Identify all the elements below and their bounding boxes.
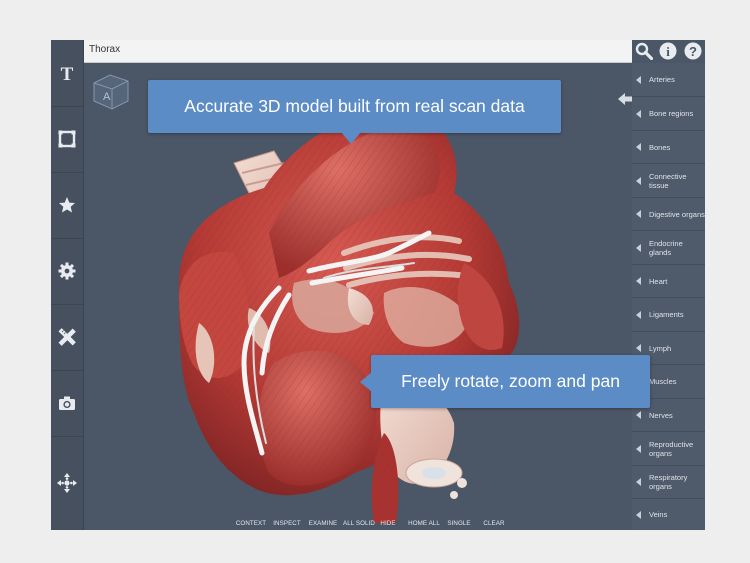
callout-top: Accurate 3D model built from real scan d… (148, 80, 561, 133)
system-item[interactable]: Bone regions (632, 97, 705, 131)
system-label: Lymph (649, 343, 672, 353)
system-item[interactable]: Ligaments (632, 298, 705, 332)
gear-icon (58, 262, 76, 280)
system-label: Respiratory organs (649, 473, 688, 491)
expand-arrow-icon (636, 277, 641, 285)
home-all-label: HOME ALL (408, 520, 440, 527)
favorites-button[interactable] (51, 172, 83, 239)
svg-text:?: ? (689, 44, 697, 59)
system-label: Digestive organs (649, 209, 705, 219)
expand-arrow-icon (636, 344, 641, 352)
page-title: Thorax (89, 44, 121, 55)
selection-icon (58, 130, 76, 148)
left-toolbar: T (51, 40, 84, 530)
system-item[interactable]: Bones (632, 131, 705, 164)
system-label: Heart (649, 276, 668, 286)
expand-arrow-icon (636, 210, 641, 218)
system-item[interactable]: Digestive organs (632, 198, 705, 231)
snapshot-button[interactable] (51, 370, 83, 437)
examine-button[interactable]: EXAMINE (303, 520, 343, 530)
expand-arrow-icon (636, 243, 641, 252)
expand-arrow-icon (636, 510, 641, 519)
callout-bottom: Freely rotate, zoom and pan (371, 355, 650, 408)
system-item[interactable]: Heart (632, 265, 705, 298)
text-icon: T (61, 64, 74, 82)
cube-face-label: A (103, 91, 111, 103)
search-icon[interactable] (635, 42, 654, 60)
bottom-toolbar: CONTEXT INSPECT EXAMINE ALL SOLID HIDE H… (236, 520, 574, 530)
title-bar[interactable]: Thorax (84, 40, 632, 63)
expand-arrow-icon (636, 75, 641, 84)
system-label: Reproductive organs (649, 439, 694, 458)
move-tool-button[interactable] (51, 436, 83, 530)
ruler-pencil-icon (58, 328, 76, 346)
single-label: SINGLE (447, 520, 471, 527)
context-label: CONTEXT (235, 520, 267, 527)
info-icon[interactable]: i (659, 42, 677, 60)
system-item[interactable]: Endocrine glands (632, 231, 705, 265)
callout-bottom-pointer (360, 372, 372, 392)
camera-icon (59, 396, 75, 410)
system-label: Veins (649, 510, 668, 519)
system-label: Muscles (649, 377, 677, 386)
clear-button[interactable]: CLEAR (474, 520, 514, 530)
callout-top-pointer (341, 132, 361, 144)
system-label: Nerves (649, 410, 673, 420)
expand-arrow-icon (636, 478, 641, 486)
home-all-button[interactable]: HOME ALL (404, 520, 444, 530)
help-icon[interactable]: ? (684, 42, 702, 60)
text-tool-button[interactable]: T (51, 40, 83, 107)
inspect-button[interactable]: INSPECT (267, 520, 307, 530)
system-label: Ligaments (649, 310, 684, 319)
star-icon (59, 197, 75, 213)
system-item[interactable]: Arteries (632, 63, 705, 97)
orientation-cube[interactable]: A (88, 69, 132, 113)
examine-label: EXAMINE (308, 520, 338, 527)
selection-tool-button[interactable] (51, 106, 83, 173)
system-label: Endocrine glands (649, 238, 683, 257)
history-nav (618, 93, 632, 105)
single-button[interactable]: SINGLE (439, 520, 479, 530)
move-arrows-icon (57, 473, 77, 493)
system-label: Bones (649, 142, 671, 152)
expand-arrow-icon (636, 411, 641, 419)
system-label: Arteries (649, 75, 675, 84)
system-label: Connective tissue (649, 171, 687, 190)
clear-label: CLEAR (483, 520, 505, 527)
expand-arrow-icon (636, 109, 641, 118)
back-arrow-icon[interactable] (618, 93, 632, 105)
system-item[interactable]: Reproductive organs (632, 432, 705, 466)
system-item[interactable]: Veins (632, 499, 705, 530)
callout-top-text: Accurate 3D model built from real scan d… (184, 96, 525, 116)
system-label: Bone regions (649, 109, 694, 118)
top-icon-group: i ? (632, 40, 705, 62)
systems-panel: Arteries Bone regions Bones Connective t… (632, 63, 705, 530)
inspect-label: INSPECT (273, 520, 301, 527)
settings-button[interactable] (51, 238, 83, 305)
system-item[interactable]: Respiratory organs (632, 466, 705, 499)
expand-arrow-icon (636, 444, 641, 453)
callout-bottom-text: Freely rotate, zoom and pan (401, 371, 620, 391)
svg-text:T: T (61, 64, 74, 82)
svg-text:i: i (667, 44, 671, 59)
hide-label: HIDE (380, 520, 396, 527)
expand-arrow-icon (636, 310, 641, 319)
system-item[interactable]: Connective tissue (632, 164, 705, 198)
hide-button[interactable]: HIDE (368, 520, 408, 530)
context-button[interactable]: CONTEXT (231, 520, 271, 530)
measure-tool-button[interactable] (51, 304, 83, 371)
expand-arrow-icon (636, 143, 641, 151)
expand-arrow-icon (636, 176, 641, 185)
